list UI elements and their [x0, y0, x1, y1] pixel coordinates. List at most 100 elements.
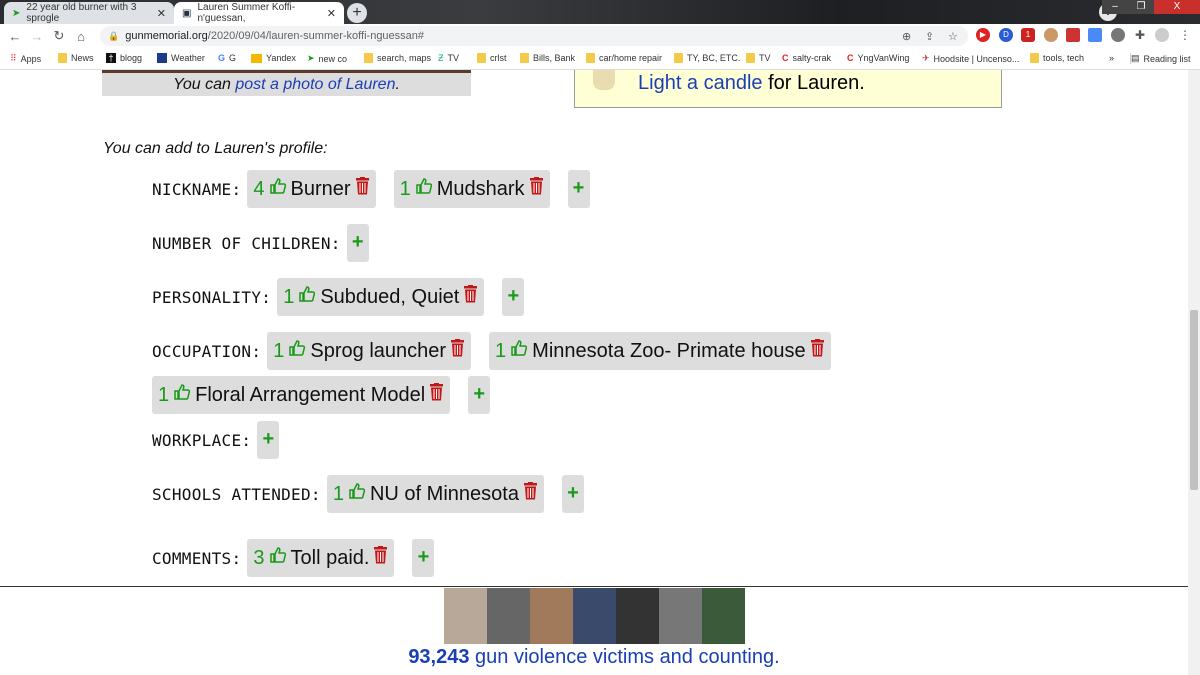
trash-icon[interactable] — [450, 339, 465, 363]
light-candle-link[interactable]: Light a candle — [638, 72, 763, 94]
thumbs-up-icon[interactable] — [288, 339, 306, 363]
close-tab-icon[interactable]: ✕ — [327, 7, 336, 20]
trash-icon[interactable] — [523, 482, 538, 506]
entry-chip: 1 Minnesota Zoo- Primate house — [489, 332, 831, 370]
bookmark-label: TV — [447, 53, 460, 63]
bookmark-yandex[interactable]: Yandex — [251, 53, 296, 63]
thumbs-up-icon[interactable] — [173, 383, 191, 407]
page-content: You can post a photo of Lauren. Light a … — [0, 70, 1188, 675]
bookmark-search-maps[interactable]: search, maps — [364, 53, 431, 63]
extension-play-icon[interactable]: ▶ — [976, 28, 990, 42]
zoom-icon[interactable]: ⊕ — [902, 30, 911, 43]
tab-active[interactable]: ▣ Lauren Summer Koffi-n'guessan, ✕ — [174, 2, 344, 24]
field-comments: COMMENTS: 3 Toll paid. + — [152, 539, 435, 577]
bookmark-hoodsite[interactable]: ✈ Hoodsite | Uncenso... — [922, 53, 1019, 64]
thumbs-up-icon[interactable] — [415, 177, 433, 201]
extension-d-icon[interactable]: D — [999, 28, 1013, 42]
bookmark-label: salty-crak — [792, 53, 832, 63]
add-entry-button[interactable]: + — [468, 376, 491, 414]
url-path: /2020/09/04/lauren-summer-koffi-nguessan… — [207, 30, 425, 42]
add-entry-button[interactable]: + — [412, 539, 435, 577]
victim-faces-strip[interactable] — [444, 588, 745, 644]
tab-bar: ➤ 22 year old burner with 3 sprogle ✕ ▣ Lau… — [0, 0, 1200, 24]
reading-list-button[interactable]: ▤ Reading list — [1130, 53, 1191, 64]
close-window-button[interactable]: X — [1154, 0, 1200, 14]
bookmark-blogg[interactable]: † blogg — [106, 53, 142, 63]
bookmark-tv[interactable]: Ƶ TV — [438, 53, 459, 63]
post-photo-link[interactable]: post a photo of Lauren — [235, 76, 395, 93]
add-entry-button[interactable]: + — [567, 170, 590, 208]
share-icon[interactable]: ⇪ — [925, 30, 934, 43]
count-number: 93,243 — [408, 646, 470, 668]
reading-list-label: Reading list — [1143, 53, 1191, 64]
extension-translate-icon[interactable] — [1088, 28, 1102, 42]
new-tab-button[interactable]: + — [347, 3, 367, 23]
add-entry-button[interactable]: + — [561, 475, 584, 513]
star-icon[interactable]: ☆ — [948, 30, 958, 43]
cross-icon: † — [106, 53, 116, 63]
maximize-button[interactable]: ❐ — [1128, 0, 1154, 14]
trash-icon[interactable] — [373, 546, 388, 570]
hoodsite-icon: ✈ — [922, 53, 930, 63]
add-entry-button[interactable]: + — [257, 421, 280, 459]
folder-icon — [746, 53, 755, 63]
trash-icon[interactable] — [529, 177, 544, 201]
bookmark-g[interactable]: GG — [218, 53, 236, 63]
bookmark-news[interactable]: News — [58, 53, 94, 63]
bookmark-label: TY, BC, ETC. — [687, 53, 741, 63]
scrollbar-thumb[interactable] — [1190, 310, 1198, 490]
reload-icon[interactable]: ↻ — [48, 28, 70, 44]
field-personality: PERSONALITY: 1 Subdued, Quiet + — [152, 278, 525, 316]
entry-text: Subdued, Quiet — [320, 285, 460, 308]
bookmark-car-home-repair[interactable]: car/home repair — [586, 53, 662, 63]
back-icon[interactable]: ← — [4, 29, 26, 44]
add-entry-button[interactable]: + — [346, 224, 369, 262]
extension-shield-icon[interactable]: 1 — [1021, 28, 1035, 42]
bookmark-label: blogg — [120, 53, 143, 63]
site-icon: ➤ — [12, 7, 21, 19]
bookmark-crlst[interactable]: crlst — [477, 53, 507, 63]
bookmark-weather[interactable]: Weather — [157, 53, 205, 63]
thumbs-up-icon[interactable] — [269, 546, 287, 570]
menu-icon[interactable]: ⋮ — [1178, 28, 1192, 42]
bookmark-label: Weather — [171, 53, 205, 63]
close-tab-icon[interactable]: ✕ — [157, 7, 166, 20]
extension-face-icon[interactable] — [1044, 28, 1058, 42]
profile-avatar[interactable] — [1155, 28, 1169, 42]
tab-title: Lauren Summer Koffi-n'guessan, — [197, 2, 296, 24]
bookmark-ty-bc-etc[interactable]: TY, BC, ETC. — [674, 53, 740, 63]
more-bookmarks-button[interactable]: » — [1109, 53, 1114, 63]
add-entry-button[interactable]: + — [502, 278, 525, 316]
minimize-button[interactable]: – — [1102, 0, 1128, 14]
scrollbar[interactable] — [1188, 70, 1200, 675]
trash-icon[interactable] — [810, 339, 825, 363]
tab-inactive[interactable]: ➤ 22 year old burner with 3 sprogle ✕ — [4, 2, 174, 24]
bookmark-new-co[interactable]: ➤ new co — [307, 53, 347, 64]
extensions-puzzle-icon[interactable]: ✚ — [1133, 28, 1147, 42]
home-icon[interactable]: ⌂ — [70, 29, 92, 44]
extension-book-icon[interactable] — [1066, 28, 1080, 42]
victim-count[interactable]: 93,243 gun violence victims and counting… — [0, 646, 1188, 669]
thumbs-up-icon[interactable] — [269, 177, 287, 201]
bookmark-bills-bank[interactable]: Bills, Bank — [520, 53, 575, 63]
thumbs-up-icon[interactable] — [298, 285, 316, 309]
extension-yab-icon[interactable] — [1111, 28, 1125, 42]
thumbs-up-icon[interactable] — [510, 339, 528, 363]
candle-text: for Lauren. — [762, 72, 865, 94]
bookmark-salty-crak[interactable]: Csalty-crak — [782, 53, 831, 63]
folder-icon — [520, 53, 529, 63]
bookmark-yngvanwing[interactable]: C YngVanWing — [847, 53, 909, 63]
thumbs-up-icon[interactable] — [348, 482, 366, 506]
folder-icon — [364, 53, 373, 63]
bookmark-tools-tech[interactable]: tools, tech — [1030, 53, 1084, 63]
bookmark-tv-2[interactable]: TV — [746, 53, 771, 63]
field-workplace: WORKPLACE: + — [152, 421, 280, 459]
address-bar[interactable]: 🔒 gunmemorial.org/2020/09/04/lauren-summ… — [100, 26, 968, 46]
bookmark-apps[interactable]: ⠿ Apps — [10, 53, 41, 64]
trash-icon[interactable] — [429, 383, 444, 407]
bookmark-label: Hoodsite | Uncenso... — [933, 53, 1020, 64]
trash-icon[interactable] — [355, 177, 370, 201]
trash-icon[interactable] — [463, 285, 478, 309]
field-label: PERSONALITY: — [152, 287, 272, 307]
forward-icon[interactable]: → — [26, 29, 48, 44]
